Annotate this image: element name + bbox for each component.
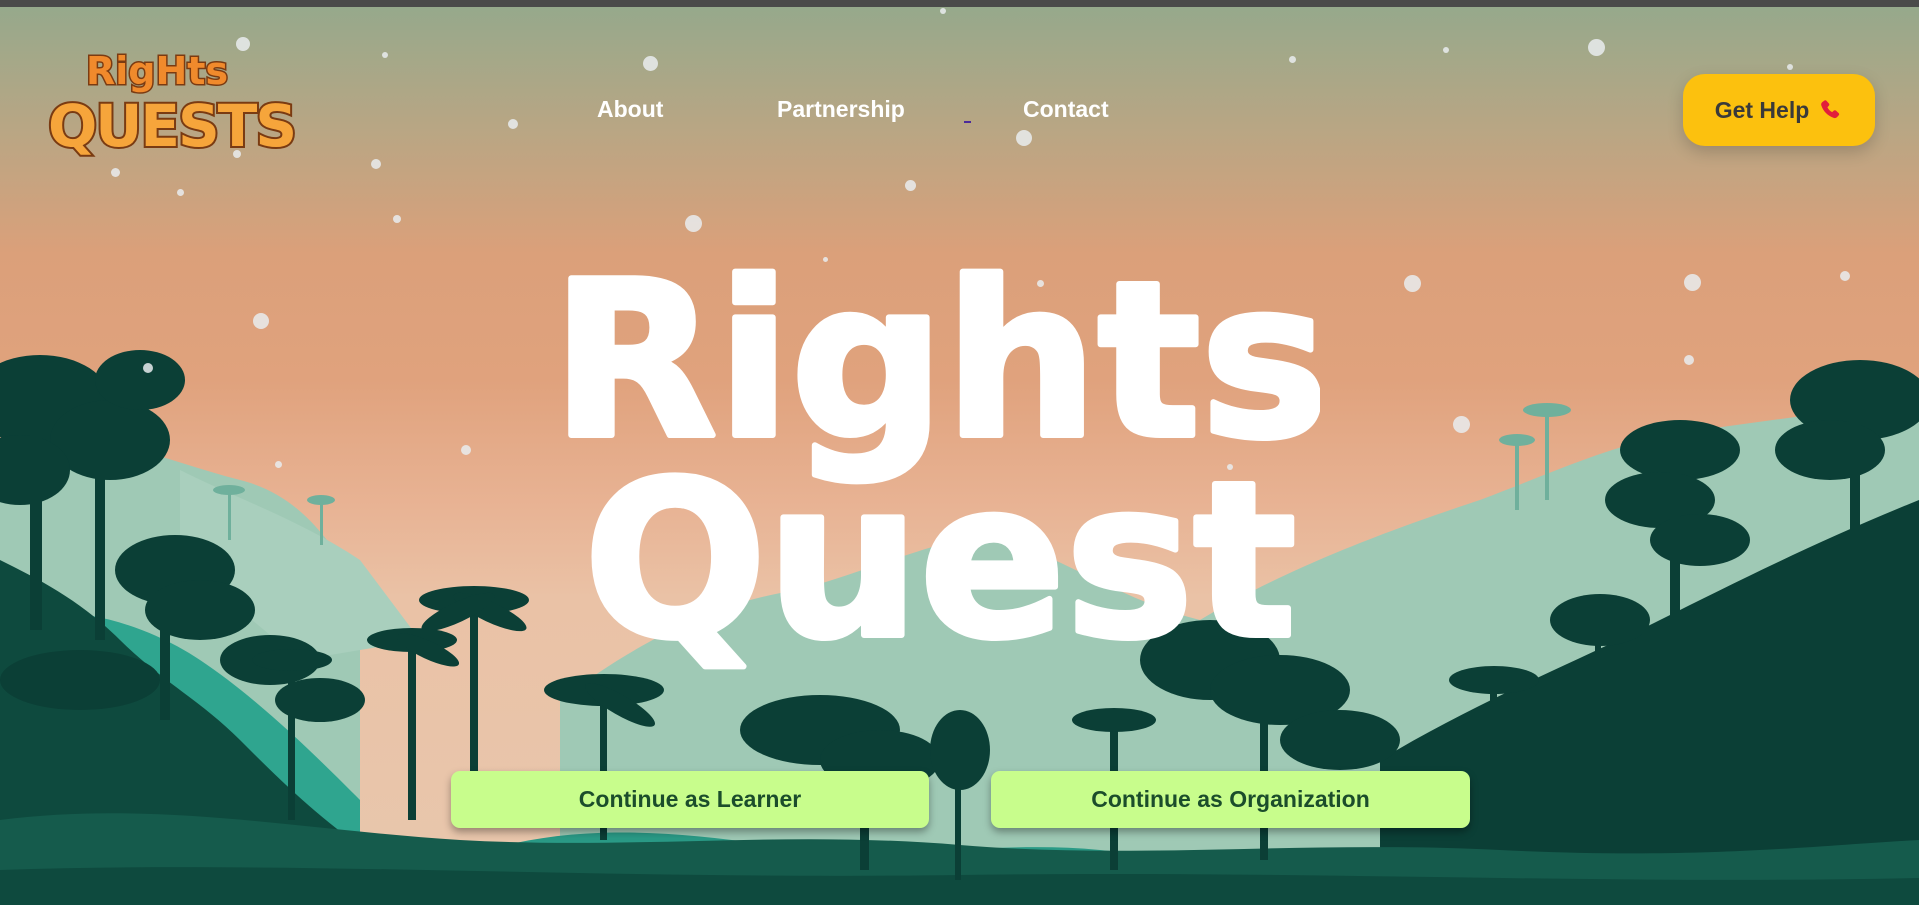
- get-help-label: Get Help: [1714, 96, 1810, 123]
- get-help-button[interactable]: Get Help: [1683, 74, 1875, 146]
- main-nav: About Partnership Contact: [0, 96, 1919, 126]
- nav-link-partnership[interactable]: Partnership: [777, 96, 905, 123]
- hero-section: RigHts QUESTS About Partnership Contact …: [0, 0, 1919, 905]
- hero-title: Rights Quest: [560, 250, 1320, 689]
- nav-link-about[interactable]: About: [597, 96, 663, 123]
- browser-top-strip: [0, 0, 1919, 7]
- logo-word-rights: RigHts: [86, 49, 228, 93]
- continue-as-organization-button[interactable]: Continue as Organization: [991, 771, 1470, 828]
- phone-icon: [1821, 100, 1840, 119]
- nav-link-contact[interactable]: Contact: [1023, 96, 1109, 123]
- continue-as-learner-button[interactable]: Continue as Learner: [451, 771, 929, 828]
- nav-underline-marker: [964, 121, 971, 123]
- hero-title-line-quest: Quest: [584, 435, 1296, 686]
